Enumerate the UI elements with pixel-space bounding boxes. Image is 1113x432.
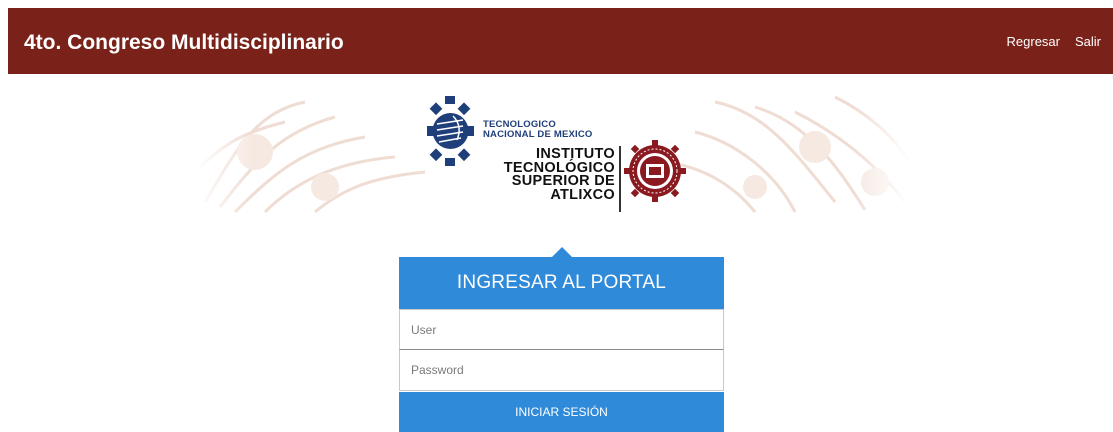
top-navbar: 4to. Congreso Multidisciplinario Regresa… <box>8 8 1113 74</box>
itsa-line-4: ATLIXCO <box>550 186 615 203</box>
institution-logos: TECNOLOGICO NACIONAL DE MEXICO INSTITUTO… <box>425 96 690 216</box>
user-input[interactable] <box>399 309 724 350</box>
login-panel: INGRESAR AL PORTAL INICIAR SESIÓN <box>399 247 724 432</box>
itsa-wordmark: INSTITUTO TECNOLÓGICO SUPERIOR DE ATLIXC… <box>480 147 615 203</box>
tecnm-line-2: NACIONAL DE MEXICO <box>483 129 593 140</box>
itsa-seal-logo-icon <box>624 140 686 202</box>
app-title: 4to. Congreso Multidisciplinario <box>24 31 344 54</box>
login-button[interactable]: INICIAR SESIÓN <box>399 392 724 432</box>
nav-links: Regresar Salir <box>1007 34 1101 49</box>
logo-divider <box>619 146 621 212</box>
login-title: INGRESAR AL PORTAL <box>399 257 724 309</box>
password-input[interactable] <box>399 350 724 391</box>
regresar-link[interactable]: Regresar <box>1007 34 1060 49</box>
tecnm-gear-logo-icon <box>427 96 474 166</box>
tecnm-wordmark: TECNOLOGICO NACIONAL DE MEXICO <box>483 120 593 140</box>
salir-link[interactable]: Salir <box>1075 34 1101 49</box>
login-caret <box>552 247 572 257</box>
